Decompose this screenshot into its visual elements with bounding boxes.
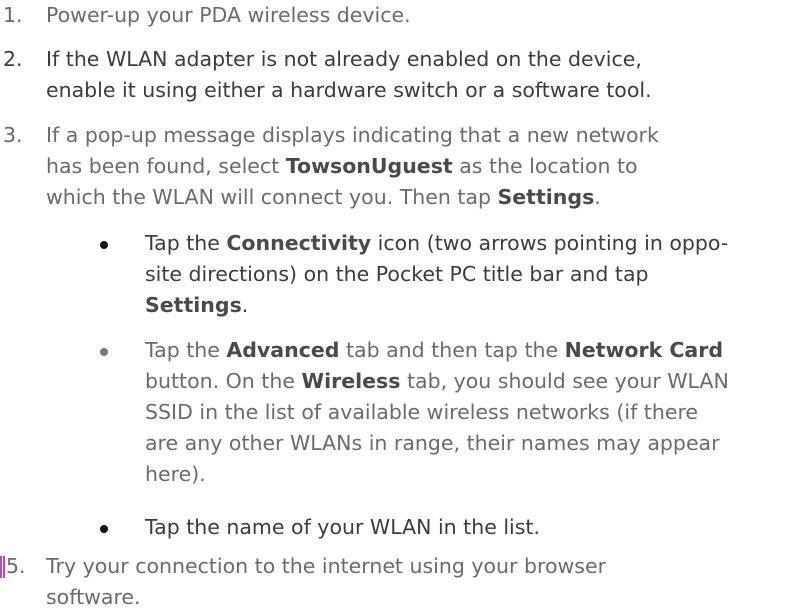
step-text: Power-up your PDA wireless device.	[46, 0, 736, 31]
step-number: 3.	[3, 123, 23, 147]
bullet-dot	[100, 525, 108, 533]
step-text-line: enable it using either a hardware switch…	[46, 78, 652, 102]
text-run: has been found, select	[46, 154, 286, 178]
text-run: tab and then tap the	[339, 338, 565, 362]
text-run: .	[241, 293, 249, 317]
network-card-bold: Network Card	[564, 338, 724, 362]
step-text: If a pop-up message displays indicating …	[46, 120, 736, 213]
bullet-text-line: Tap the name of your WLAN in the list.	[145, 515, 540, 539]
bullet-text: Tap the Advanced tab and then tap the Ne…	[145, 335, 785, 490]
step-text: If the WLAN adapter is not already enabl…	[46, 44, 736, 106]
document-page: 1. Power-up your PDA wireless device. 2.…	[0, 0, 799, 609]
bullet-dot	[100, 241, 108, 249]
bullet-text-line: SSID in the list of available wireless n…	[145, 400, 699, 424]
text-run: which the WLAN will connect you. Then ta…	[46, 185, 498, 209]
step-text-line: which the WLAN will connect you. Then ta…	[46, 182, 736, 213]
bullet-text-line: here).	[145, 462, 206, 486]
step-text-line: Try your connection to the internet usin…	[46, 554, 607, 578]
settings-bold: Settings	[497, 185, 595, 209]
margin-change-bar	[0, 556, 5, 578]
connectivity-bold: Connectivity	[226, 231, 372, 255]
step-text-line: software.	[46, 585, 141, 609]
settings-bold: Settings	[145, 293, 242, 317]
step-text-line: Power-up your PDA wireless device.	[46, 3, 411, 27]
step-number: 2.	[3, 47, 23, 71]
text-run: button. On the	[145, 369, 302, 393]
step-text-line: If the WLAN adapter is not already enabl…	[46, 47, 642, 71]
bullet-text: Tap the name of your WLAN in the list.	[145, 512, 785, 543]
bullet-text-line: button. On the Wireless tab, you should …	[145, 366, 785, 397]
bullet-text-line: Tap the Connectivity icon (two arrows po…	[145, 228, 785, 259]
step-text-line: has been found, select TowsonUguest as t…	[46, 151, 736, 182]
step-number: 5.	[6, 554, 26, 578]
bullet-text-line: site directions) on the Pocket PC title …	[145, 262, 649, 286]
wireless-bold: Wireless	[301, 369, 401, 393]
text-run: .	[594, 185, 601, 209]
bullet-text-line: Settings.	[145, 290, 785, 321]
bullet-text-line: Tap the Advanced tab and then tap the Ne…	[145, 335, 785, 366]
text-run: icon (two arrows pointing in oppo-	[371, 231, 729, 255]
bullet-text: Tap the Connectivity icon (two arrows po…	[145, 228, 785, 321]
bullet-dot	[100, 348, 108, 356]
bullet-text-line: are any other WLANs in range, their name…	[145, 431, 720, 455]
step-text-line: If a pop-up message displays indicating …	[46, 123, 659, 147]
step-number: 1.	[3, 3, 23, 27]
text-run: as the location to	[452, 154, 638, 178]
text-run: Tap the	[145, 231, 227, 255]
step-text: Try your connection to the internet usin…	[46, 551, 736, 613]
network-name-bold: TowsonUguest	[285, 154, 453, 178]
advanced-bold: Advanced	[226, 338, 340, 362]
text-run: Tap the	[145, 338, 227, 362]
text-run: tab, you should see your WLAN	[400, 369, 729, 393]
